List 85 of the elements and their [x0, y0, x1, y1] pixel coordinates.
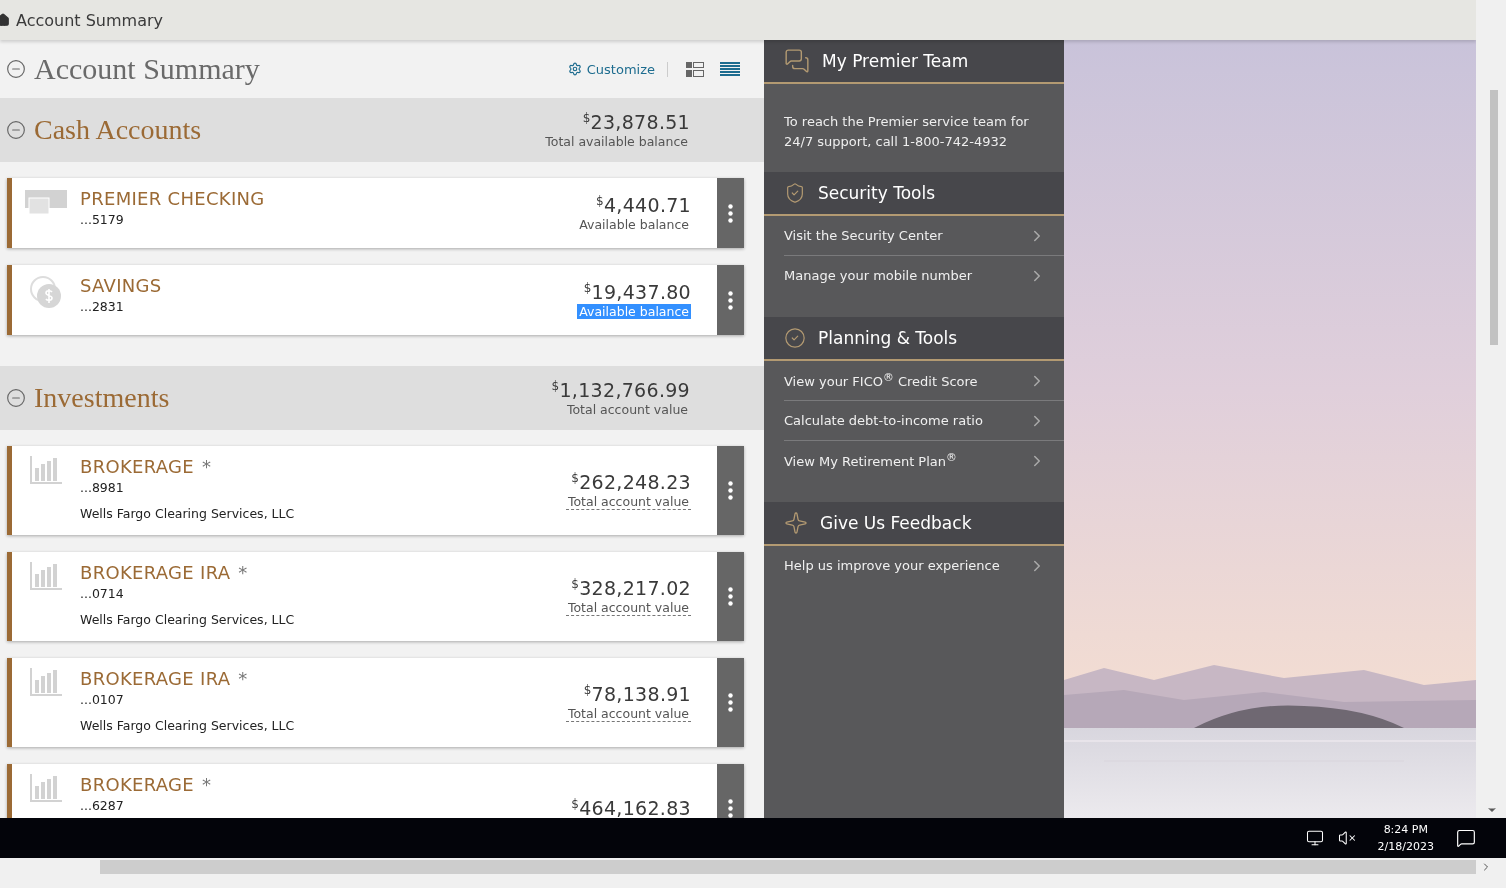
coins-icon: [28, 275, 64, 311]
scrollbar-thumb[interactable]: [1490, 90, 1498, 345]
account-balance: $^{$}$262,248.23: [571, 470, 691, 494]
shield-check-icon: [784, 182, 806, 204]
kebab-icon: [728, 203, 733, 223]
balance-label: Available balance: [577, 304, 691, 320]
bar-chart-icon: [30, 668, 62, 696]
section-title: Cash Accounts: [34, 114, 203, 146]
account-name[interactable]: SAVINGS: [80, 275, 162, 296]
account-number: ...0107: [80, 692, 125, 707]
firm-name: Wells Fargo Clearing Services, LLC: [80, 612, 296, 627]
account-name[interactable]: BROKERAGE IRA: [80, 562, 231, 583]
account-card[interactable]: BROKERAGE * ...8981 Wells Fargo Clearing Services, LLC $^{$}$262,248.23 Total account value: [7, 446, 744, 535]
collapse-icon[interactable]: [6, 388, 26, 408]
page-title: Account Summary: [34, 52, 261, 86]
breadcrumb: Account Summary: [16, 10, 163, 30]
account-number: ...2831: [80, 299, 125, 314]
network-icon[interactable]: [1305, 829, 1324, 847]
panel-link[interactable]: Manage your mobile number: [784, 256, 1064, 295]
account-number: ...6287: [80, 798, 125, 813]
kebab-icon: [728, 799, 733, 818]
account-balance: $^{$}$4,440.71: [596, 193, 691, 217]
section-total: $^{$}$23,878.51: [582, 111, 690, 134]
panel-link[interactable]: View My Retirement Plan$^{®}$: [784, 441, 1064, 480]
account-balance: $^{$}$328,217.02: [571, 576, 691, 600]
notification-icon[interactable]: [1456, 828, 1476, 848]
clock[interactable]: 8:24 PM 2/18/2023: [1369, 821, 1442, 855]
more-button[interactable]: [717, 265, 744, 335]
bar-chart-icon: [30, 562, 62, 590]
more-button[interactable]: [717, 658, 744, 747]
firm-name: Wells Fargo Clearing Services, LLC: [80, 718, 296, 733]
account-balance: $^{$}$464,162.83: [571, 797, 691, 818]
more-button[interactable]: [717, 446, 744, 535]
chat-bubbles-icon: [784, 48, 810, 74]
total-label: Total account value: [565, 401, 689, 417]
section-total: $^{$}$1,132,766.99: [551, 379, 690, 402]
asterisk: *: [238, 562, 248, 583]
panel-title: Give Us Feedback: [820, 513, 972, 533]
more-button[interactable]: [717, 552, 744, 641]
account-number: ...0714: [80, 586, 125, 601]
section-title: Investments: [34, 382, 171, 414]
kebab-icon: [728, 290, 733, 310]
collapse-icon[interactable]: [6, 59, 26, 79]
account-card[interactable]: PREMIER CHECKING ...5179 $^{$}$4,440.71 Available balance: [7, 178, 744, 248]
account-name[interactable]: PREMIER CHECKING: [80, 188, 265, 209]
more-button[interactable]: [717, 178, 744, 248]
balance-label[interactable]: Total account value: [565, 706, 691, 723]
account-name[interactable]: BROKERAGE: [80, 774, 194, 795]
panel-title: Planning & Tools: [818, 328, 958, 348]
scrollbar-thumb[interactable]: [100, 860, 1476, 874]
account-name[interactable]: BROKERAGE IRA: [80, 668, 231, 689]
account-card[interactable]: SAVINGS ...2831 $^{$}$19,437.80 Available balance: [7, 265, 744, 335]
account-number: ...5179: [80, 212, 125, 227]
account-card[interactable]: BROKERAGE IRA * ...0714 Wells Fargo Clearing Services, LLC $^{$}$328,217.02 Total account value: [7, 552, 744, 641]
sparkle-icon: [784, 511, 808, 535]
account-name[interactable]: BROKERAGE: [80, 456, 194, 477]
account-number: ...8981: [80, 480, 125, 495]
account-balance: $^{$}$19,437.80: [583, 280, 691, 304]
support-text: To reach the Premier service team for 24/7 support, call 1-800-742-4932: [783, 113, 1030, 151]
bar-chart-icon: [30, 774, 62, 802]
panel-link[interactable]: Help us improve your experience: [784, 546, 1064, 585]
panel-title: My Premier Team: [822, 51, 969, 71]
collapse-icon[interactable]: [6, 120, 26, 140]
kebab-icon: [728, 481, 733, 500]
account-card[interactable]: BROKERAGE IRA * ...0107 Wells Fargo Clearing Services, LLC $^{$}$78,138.91 Total account value: [7, 658, 744, 747]
asterisk: *: [202, 774, 211, 795]
asterisk: *: [238, 668, 248, 689]
account-balance: $^{$}$78,138.91: [583, 682, 691, 706]
checks-icon: [25, 188, 67, 216]
balance-label[interactable]: Total account value: [565, 600, 691, 617]
asterisk: *: [202, 456, 211, 477]
account-card[interactable]: BROKERAGE * ...6287 $^{$}$464,162.83: [7, 764, 744, 818]
kebab-icon: [728, 693, 733, 712]
balance-label: Available balance: [578, 217, 690, 233]
firm-name: Wells Fargo Clearing Services, LLC: [80, 506, 296, 521]
kebab-icon: [728, 587, 733, 606]
check-circle-icon: [784, 327, 806, 349]
balance-label[interactable]: Total account value: [565, 494, 691, 511]
total-label: Total available balance: [544, 133, 689, 149]
bar-chart-icon: [30, 456, 62, 484]
panel-title: Security Tools: [818, 183, 936, 203]
home-icon[interactable]: [0, 13, 10, 27]
customize-link[interactable]: Customize: [567, 61, 668, 77]
gear-icon: [567, 62, 582, 76]
muted-speaker-icon[interactable]: [1337, 829, 1356, 847]
